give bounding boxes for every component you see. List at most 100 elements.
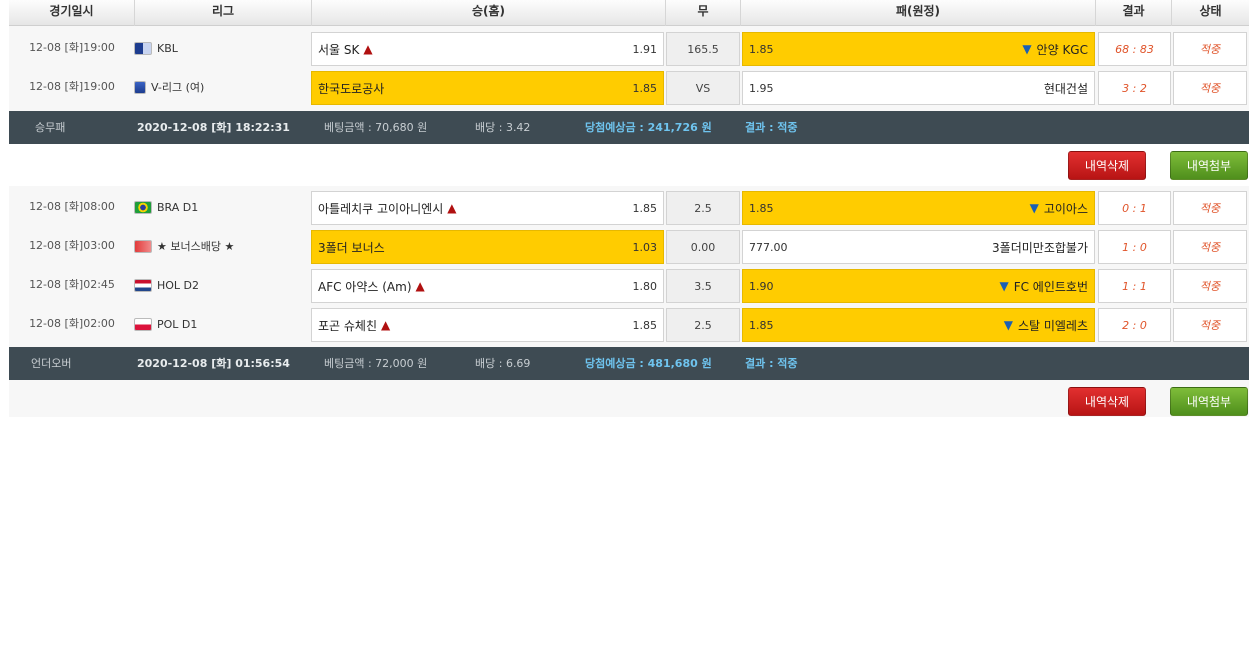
up-arrow-icon: ▲	[415, 279, 425, 293]
away-odd: 777.00	[749, 240, 788, 254]
delete-history-button[interactable]: 내역삭제	[1068, 387, 1146, 416]
game-date: 12-08 [화]03:00	[29, 239, 115, 252]
home-pick[interactable]: 3폴더 보너스 1.03	[311, 230, 664, 264]
league-name: V-리그 (여)	[151, 81, 205, 94]
game-status: 적중	[1173, 32, 1247, 66]
away-pick[interactable]: 1.85 ▼ 고이아스	[742, 191, 1095, 225]
away-pick[interactable]: 1.90 ▼ FC 에인트호번	[742, 269, 1095, 303]
away-odd: 1.85	[749, 42, 774, 56]
poland-flag-icon	[134, 317, 152, 331]
home-odd: 1.85	[632, 81, 658, 95]
home-odd: 1.03	[632, 240, 658, 254]
table-header: 경기일시 리그 승(홈) 무 패(원정) 결과 상태	[9, 0, 1249, 26]
bet-type: 언더오버	[31, 357, 72, 370]
league: KBL	[134, 29, 309, 67]
table-row: 12-08 [화]08:00 BRA D1 아틀레치쿠 고이아니엔시 ▲ 1.85…	[9, 188, 1249, 226]
game-status: 적중	[1173, 71, 1247, 105]
bet-datetime: 2020-12-08 [화] 18:22:31	[137, 121, 290, 134]
table-row: 12-08 [화]19:00 V-리그 (여) 한국도로공사 1.85 VS 1…	[9, 68, 1249, 106]
basketball-league-icon	[134, 41, 152, 55]
home-pick[interactable]: 서울 SK ▲ 1.91	[311, 32, 664, 66]
header-result: 결과	[1096, 0, 1172, 26]
game-date: 12-08 [화]19:00	[29, 80, 115, 93]
header-home: 승(홈)	[312, 0, 666, 26]
draw-pick[interactable]: 2.5	[666, 308, 740, 342]
league-name: HOL D2	[157, 278, 200, 292]
league: V-리그 (여)	[134, 68, 309, 106]
away-pick[interactable]: 777.00 3폴더미만조합불가	[742, 230, 1095, 264]
away-pick[interactable]: 1.95 현대건설	[742, 71, 1095, 105]
home-pick[interactable]: 아틀레치쿠 고이아니엔시 ▲ 1.85	[311, 191, 664, 225]
up-arrow-icon: ▲	[447, 201, 457, 215]
game-result: 1 : 1	[1098, 269, 1171, 303]
attach-history-button[interactable]: 내역첨부	[1170, 387, 1248, 416]
home-team: 3폴더 보너스	[318, 240, 385, 255]
game-status: 적중	[1173, 269, 1247, 303]
game-result: 3 : 2	[1098, 71, 1171, 105]
game-date: 12-08 [화]02:45	[29, 278, 115, 291]
bonus-icon	[134, 239, 152, 253]
up-arrow-icon: ▲	[381, 318, 391, 332]
home-team: 포곤 슈체친	[318, 318, 378, 333]
netherlands-flag-icon	[134, 278, 152, 292]
away-team: 스탈 미엘레츠	[1017, 318, 1088, 333]
game-result: 1 : 0	[1098, 230, 1171, 264]
home-team: AFC 아약스 (Am)	[318, 279, 412, 294]
header-status: 상태	[1199, 4, 1222, 18]
home-pick[interactable]: AFC 아약스 (Am) ▲ 1.80	[311, 269, 664, 303]
draw-pick[interactable]: 0.00	[666, 230, 740, 264]
down-arrow-icon: ▼	[1029, 201, 1039, 215]
league: POL D1	[134, 305, 309, 343]
volleyball-league-icon	[134, 80, 146, 94]
draw-pick[interactable]: VS	[666, 71, 740, 105]
expected-win: 당첨예상금 : 481,680 원	[585, 357, 712, 370]
game-result: 0 : 1	[1098, 191, 1171, 225]
home-team: 서울 SK	[318, 42, 360, 57]
draw-pick[interactable]: 3.5	[666, 269, 740, 303]
league: BRA D1	[134, 188, 309, 226]
draw-pick[interactable]: 165.5	[666, 32, 740, 66]
attach-history-button[interactable]: 내역첨부	[1170, 151, 1248, 180]
game-date: 12-08 [화]02:00	[29, 317, 115, 330]
home-team: 한국도로공사	[318, 81, 385, 96]
home-pick[interactable]: 포곤 슈체친 ▲ 1.85	[311, 308, 664, 342]
game-status: 적중	[1173, 191, 1247, 225]
down-arrow-icon: ▼	[1022, 42, 1032, 56]
home-pick[interactable]: 한국도로공사 1.85	[311, 71, 664, 105]
home-odd: 1.85	[632, 201, 658, 215]
brazil-flag-icon	[134, 200, 152, 214]
away-pick[interactable]: 1.85 ▼ 안양 KGC	[742, 32, 1095, 66]
away-pick[interactable]: 1.85 ▼ 스탈 미엘레츠	[742, 308, 1095, 342]
bet-type: 승무패	[35, 121, 66, 134]
bet-odds: 배당 : 3.42	[475, 121, 531, 134]
slip-summary: 언더오버 2020-12-08 [화] 01:56:54 베팅금액 : 72,0…	[9, 347, 1249, 380]
header-draw: 무	[666, 0, 741, 26]
down-arrow-icon: ▼	[999, 279, 1009, 293]
league: ★ 보너스배당 ★	[134, 227, 309, 265]
game-date: 12-08 [화]19:00	[29, 41, 115, 54]
bet-result: 결과 : 적중	[745, 357, 798, 370]
league-name: ★ 보너스배당 ★	[157, 240, 235, 253]
draw-pick[interactable]: 2.5	[666, 191, 740, 225]
table-row: 12-08 [화]02:45 HOL D2 AFC 아약스 (Am) ▲ 1.80…	[9, 266, 1249, 304]
away-team: FC 에인트호번	[1013, 279, 1088, 294]
table-row: 12-08 [화]03:00 ★ 보너스배당 ★ 3폴더 보너스 1.03 0.…	[9, 227, 1249, 265]
bet-slip-1: 12-08 [화]19:00 KBL 서울 SK ▲ 1.91 165.5 1.8…	[9, 26, 1249, 144]
header-date: 경기일시	[9, 0, 135, 26]
bet-datetime: 2020-12-08 [화] 01:56:54	[137, 357, 290, 370]
bet-amount: 베팅금액 : 70,680 원	[324, 121, 428, 134]
delete-history-button[interactable]: 내역삭제	[1068, 151, 1146, 180]
league-name: KBL	[157, 41, 178, 55]
game-result: 68 : 83	[1098, 32, 1171, 66]
home-odd: 1.91	[632, 42, 658, 56]
away-team: 고이아스	[1043, 201, 1088, 216]
bet-odds: 배당 : 6.69	[475, 357, 531, 370]
away-odd: 1.90	[749, 279, 774, 293]
away-odd: 1.85	[749, 201, 774, 215]
league-name: POL D1	[157, 317, 198, 331]
down-arrow-icon: ▼	[1003, 318, 1013, 332]
up-arrow-icon: ▲	[363, 42, 373, 56]
home-odd: 1.85	[632, 318, 658, 332]
home-team: 아틀레치쿠 고이아니엔시	[318, 201, 444, 216]
game-result: 2 : 0	[1098, 308, 1171, 342]
